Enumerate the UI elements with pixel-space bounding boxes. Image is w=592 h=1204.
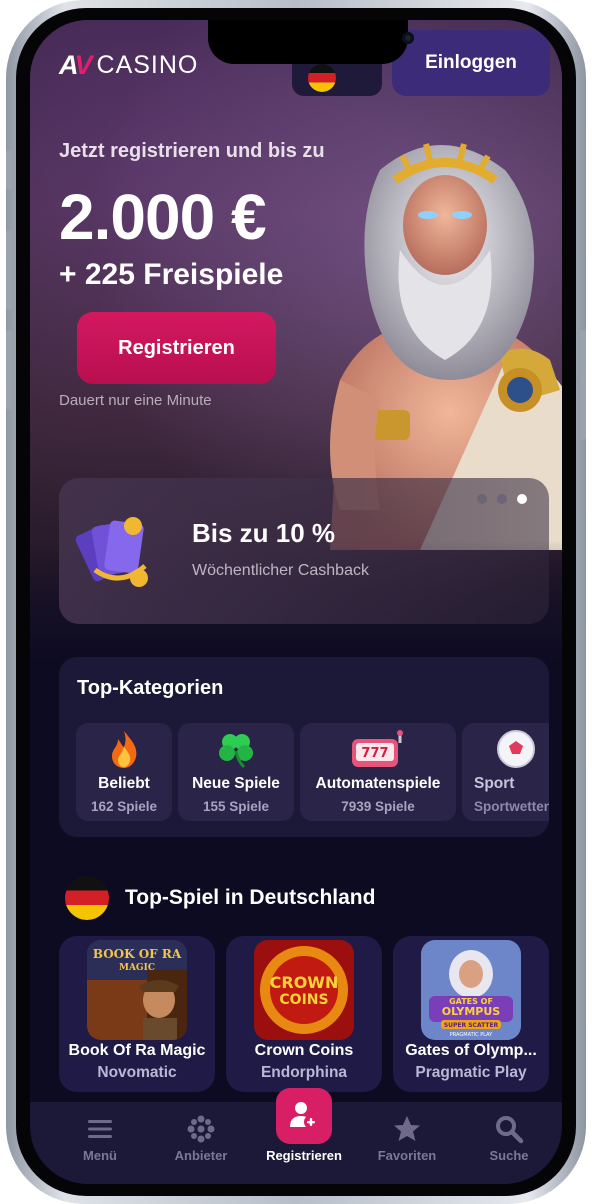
gates-of-olympus-art-badge: SUPER SCATTER [444, 1022, 499, 1029]
casino-logo[interactable]: AV CASINO [59, 50, 198, 80]
book-of-ra-thumbnail: BOOK OF RA MAGIC [87, 940, 187, 1040]
logo-mark-text: AV [59, 49, 93, 80]
star-icon [394, 1116, 420, 1141]
registration-duration-note: Dauert nur eine Minute [59, 392, 212, 409]
add-user-icon [290, 1102, 318, 1129]
gates-of-olympus-art-subtitle: OLYMPUS [442, 1005, 501, 1018]
front-camera [402, 32, 414, 44]
category-label: Neue Spiele [192, 775, 280, 792]
category-card-slots[interactable]: 777 Automatenspiele 7939 Spiele [300, 723, 456, 821]
category-card-new-games[interactable]: Neue Spiele 155 Spiele [178, 723, 294, 821]
nav-label: Menü [83, 1148, 117, 1163]
section-title: Top-Kategorien [77, 677, 224, 699]
game-card-gates-of-olympus[interactable]: GATES OF OLYMPUS SUPER SCATTER PRAGMATIC… [393, 936, 549, 1092]
game-card-crown-coins[interactable]: CROWN COINS Crown Coins Endorphina [226, 936, 382, 1092]
phone-frame: Jetzt registrieren und bis zu 2.000 € + … [6, 0, 586, 1204]
promo-title: Bis zu 10 % [192, 518, 336, 548]
crown-coins-thumbnail: CROWN COINS [254, 940, 354, 1040]
register-fab-button[interactable] [276, 1088, 332, 1144]
game-name: Gates of Olymp... [405, 1042, 537, 1059]
carousel-dot[interactable] [497, 494, 507, 504]
free-spins: + 225 Freispiele [59, 258, 284, 291]
game-provider: Novomatic [97, 1064, 177, 1081]
category-label: Automatenspiele [315, 775, 441, 792]
crown-coins-art-title: CROWN [270, 973, 339, 992]
carousel-dot-active[interactable] [517, 494, 527, 504]
hero-subtitle: Jetzt registrieren und bis zu [59, 140, 325, 162]
germany-flag-icon [308, 64, 336, 92]
game-provider: Pragmatic Play [415, 1064, 527, 1081]
game-name: Crown Coins [254, 1042, 354, 1059]
soccer-ball-icon [497, 730, 535, 768]
nav-label: Favoriten [377, 1148, 437, 1163]
top-games-title: Top-Spiel in Deutschland [125, 886, 376, 909]
germany-flag-icon [65, 876, 109, 920]
cashback-promo-card[interactable]: Bis zu 10 % Wöchentlicher Cashback [59, 478, 549, 624]
promo-subtitle: Wöchentlicher Cashback [192, 562, 369, 579]
svg-text:777: 777 [361, 746, 388, 761]
category-card-popular[interactable]: Beliebt 162 Spiele [76, 723, 172, 821]
login-button[interactable]: Einloggen [392, 30, 550, 96]
nav-menu[interactable]: Menü [47, 1102, 153, 1184]
cashback-cards-icon [75, 517, 148, 587]
carousel-dot[interactable] [477, 494, 487, 504]
gates-of-olympus-thumbnail: GATES OF OLYMPUS SUPER SCATTER PRAGMATIC… [421, 940, 521, 1040]
top-categories-section: Top-Kategorien Beliebt 162 Spiele Neue S… [59, 657, 549, 837]
category-count: 7939 Spiele [341, 799, 415, 814]
app-screen: Jetzt registrieren und bis zu 2.000 € + … [30, 20, 562, 1184]
category-count: Sportwetten [474, 799, 549, 814]
nav-search[interactable]: Suche [456, 1102, 562, 1184]
nav-favorites[interactable]: Favoriten [354, 1102, 460, 1184]
carousel-indicator [477, 494, 527, 504]
logo-text: CASINO [96, 50, 199, 79]
game-name: Book Of Ra Magic [68, 1042, 206, 1059]
game-provider: Endorphina [260, 1064, 348, 1081]
book-of-ra-art-subtitle: MAGIC [119, 963, 155, 973]
gates-of-olympus-art-provider: PRAGMATIC PLAY [450, 1032, 493, 1038]
volume-up-button [6, 230, 12, 310]
nav-label: Anbieter [174, 1148, 228, 1163]
menu-icon [88, 1120, 112, 1138]
game-card-book-of-ra[interactable]: BOOK OF RA MAGIC Book Of Ra Magic Novoma… [59, 936, 215, 1092]
nav-label: Suche [489, 1148, 529, 1163]
mute-switch [6, 150, 12, 190]
register-button[interactable]: Registrieren [77, 312, 276, 384]
clover-icon [219, 734, 253, 769]
logo-mark: AV [59, 49, 93, 81]
category-label: Sport [474, 775, 515, 792]
slot-machine-icon: 777 [352, 730, 403, 767]
book-of-ra-art-title: BOOK OF RA [93, 947, 182, 961]
phone-notch [208, 20, 414, 64]
search-icon [496, 1116, 524, 1144]
category-carousel[interactable]: Beliebt 162 Spiele Neue Spiele 155 Spiel… [76, 723, 549, 821]
crown-coins-art-subtitle: COINS [279, 992, 328, 1008]
nav-label: Registrieren [266, 1148, 342, 1163]
bonus-amount: 2.000 € [59, 181, 267, 253]
category-label: Beliebt [98, 775, 150, 792]
fire-icon [112, 731, 137, 768]
power-button [580, 330, 586, 440]
category-count: 155 Spiele [202, 799, 270, 814]
category-count: 162 Spiele [90, 799, 158, 814]
category-card-sport[interactable]: Sport Sportwetten [462, 723, 549, 821]
nav-providers[interactable]: Anbieter [148, 1102, 254, 1184]
providers-icon [187, 1115, 215, 1143]
volume-down-button [6, 330, 12, 410]
